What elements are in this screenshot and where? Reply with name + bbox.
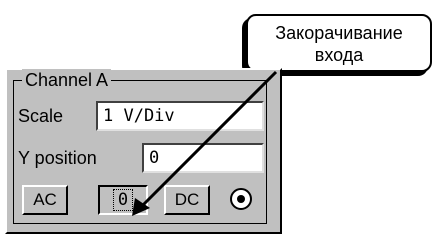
channel-radio-button[interactable]	[230, 188, 252, 210]
dc-coupling-button[interactable]: DC	[164, 185, 210, 215]
channel-group: Channel A Scale 1 V/Div Y position 0 AC …	[13, 69, 267, 224]
channel-panel: Channel A Scale 1 V/Div Y position 0 AC …	[5, 68, 282, 234]
scale-label: Scale	[18, 106, 64, 126]
ground-button-label: 0	[112, 189, 134, 211]
ground-coupling-button[interactable]: 0	[98, 185, 148, 215]
ac-button-label: AC	[33, 190, 57, 209]
dc-button-label: DC	[174, 190, 200, 209]
y-position-label: Y position	[18, 148, 97, 168]
group-title: Channel A	[22, 69, 112, 91]
callout-text-line2: входа	[314, 45, 364, 65]
callout-annotation: Закорачивание входа	[246, 14, 432, 72]
callout-text-line1: Закорачивание	[275, 23, 403, 43]
y-position-field[interactable]: 0	[142, 143, 264, 173]
ac-coupling-button[interactable]: AC	[22, 185, 68, 215]
scale-field[interactable]: 1 V/Div	[96, 101, 264, 131]
